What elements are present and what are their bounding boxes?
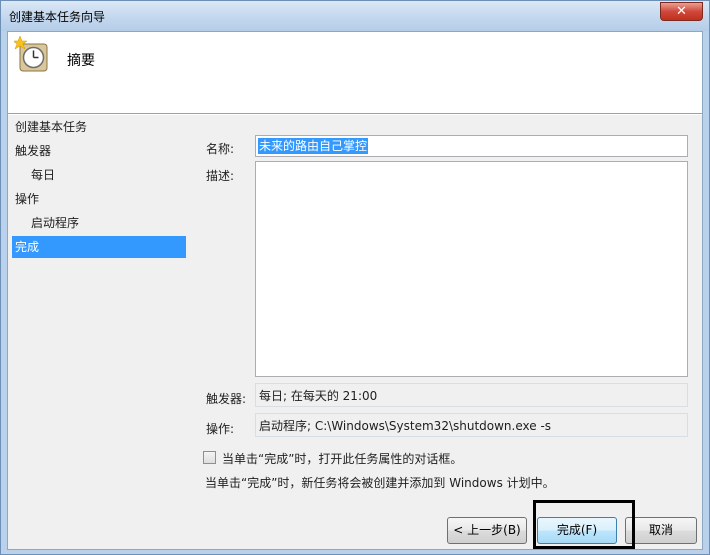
highlight-frame [533,500,635,549]
title-bar[interactable]: 创建基本任务向导 ✕ [1,1,709,31]
back-button[interactable]: < 上一步(B) [447,517,527,544]
step-finish[interactable]: 完成 [12,236,186,258]
wizard-client: 摘要 创建基本任务 触发器 每日 操作 启动程序 完成 名称: 未来的路由自己掌… [7,31,703,550]
trigger-value: 每日; 在每天的 21:00 [259,389,378,403]
open-properties-checkbox[interactable] [203,451,216,464]
description-label: 描述: [206,169,235,183]
step-daily[interactable]: 每日 [28,164,186,186]
action-field: 启动程序; C:\Windows\System32\shutdown.exe -… [255,413,688,437]
description-input[interactable] [255,161,688,377]
name-input[interactable]: 未来的路由自己掌控 [255,135,688,157]
close-button[interactable]: ✕ [660,2,703,21]
trigger-field: 每日; 在每天的 21:00 [255,383,688,407]
action-value: 启动程序; C:\Windows\System32\shutdown.exe -… [259,419,552,433]
trigger-label: 触发器: [206,392,247,406]
action-label: 操作: [206,422,235,436]
clock-icon [14,36,48,72]
cancel-button[interactable]: 取消 [625,517,697,544]
close-icon: ✕ [676,4,687,19]
step-create-basic-task[interactable]: 创建基本任务 [12,116,186,138]
step-action[interactable]: 操作 [12,188,186,210]
name-value: 未来的路由自己掌控 [258,138,369,154]
step-start-program[interactable]: 启动程序 [28,212,186,234]
name-label: 名称: [206,142,235,156]
wizard-window: 创建基本任务向导 ✕ 摘要 创建基本任务 触发器 每日 操作 启动程序 完成 名… [0,0,710,555]
window-title: 创建基本任务向导 [9,10,106,24]
page-title: 摘要 [67,53,95,69]
open-properties-label[interactable]: 当单击“完成”时，打开此任务属性的对话框。 [222,450,462,467]
wizard-body: 创建基本任务 触发器 每日 操作 启动程序 完成 名称: 未来的路由自己掌控 描… [8,115,702,549]
step-trigger[interactable]: 触发器 [12,140,186,162]
wizard-header: 摘要 [8,32,702,114]
info-text: 当单击“完成”时，新任务将会被创建并添加到 Windows 计划中。 [205,476,555,490]
steps-panel: 创建基本任务 触发器 每日 操作 启动程序 完成 [8,115,192,549]
